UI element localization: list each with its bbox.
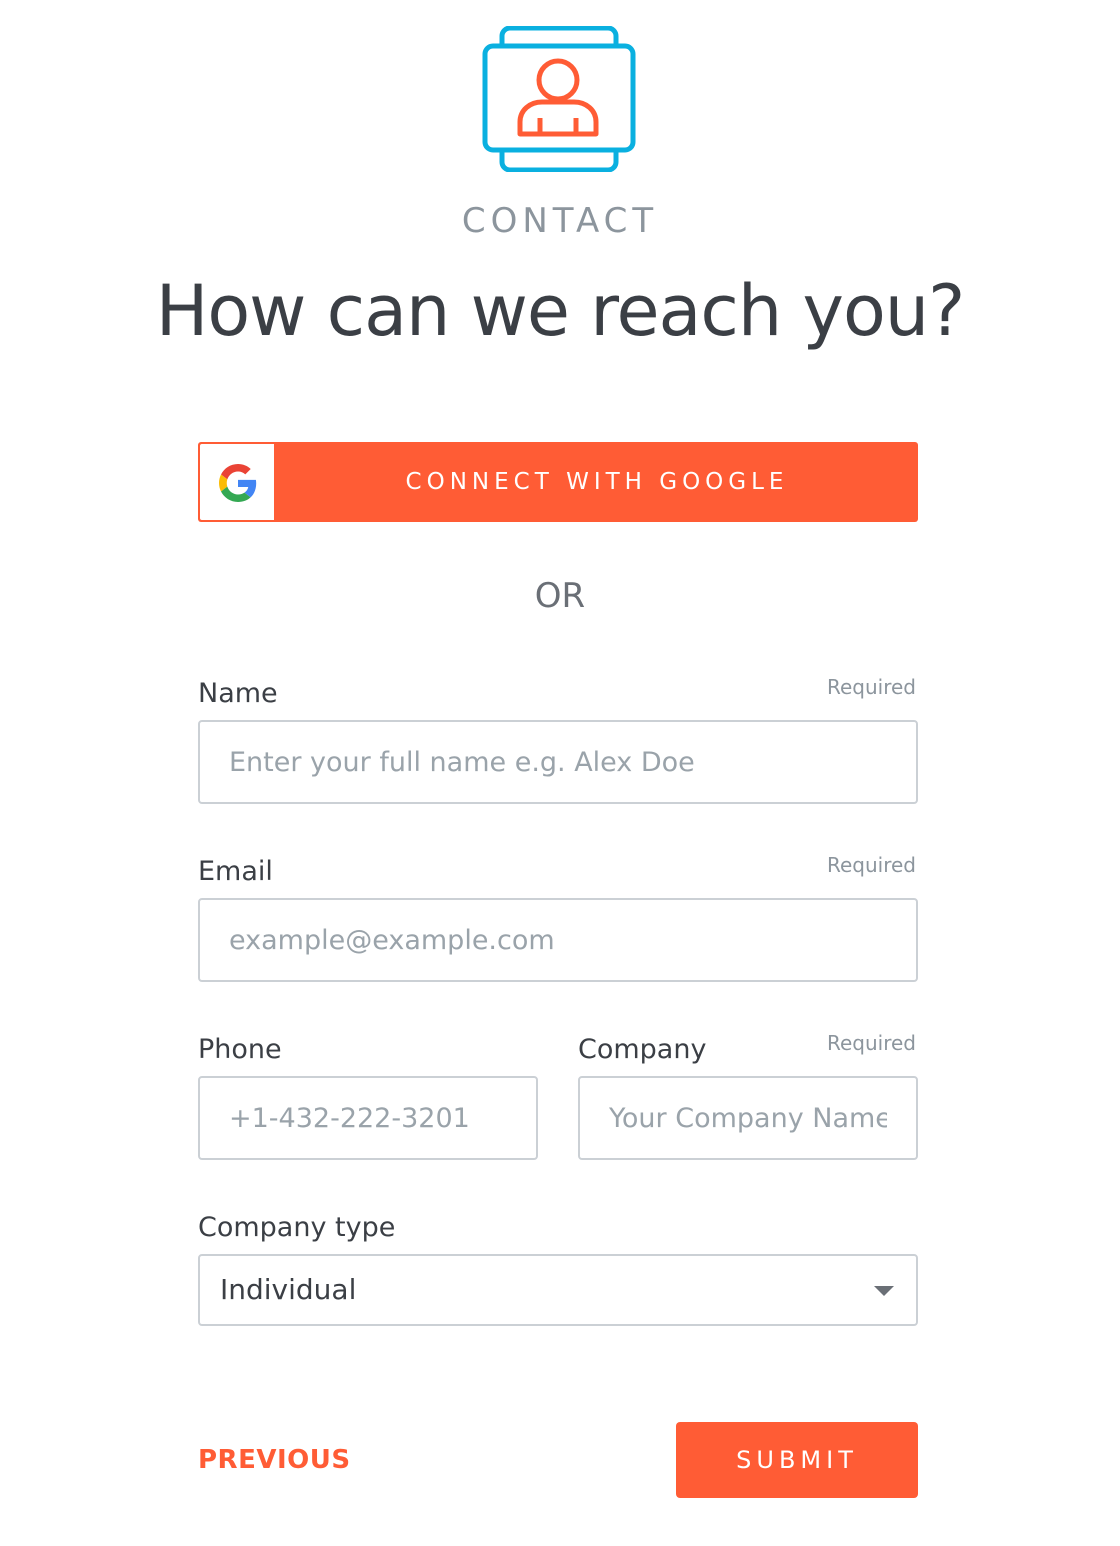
name-required-hint: Required — [826, 675, 916, 699]
email-required-hint: Required — [826, 853, 916, 877]
email-label: Email — [198, 856, 273, 887]
submit-button[interactable]: SUBMIT — [676, 1422, 918, 1498]
phone-label: Phone — [198, 1034, 282, 1065]
connect-google-label: CONNECT WITH GOOGLE — [405, 469, 789, 495]
company-type-selected-value: Individual — [220, 1273, 357, 1306]
chevron-down-icon — [874, 1286, 894, 1296]
company-type-label: Company type — [198, 1212, 396, 1243]
email-input[interactable] — [198, 898, 918, 982]
section-eyebrow: CONTACT — [461, 201, 659, 241]
page-title: How can we reach you? — [155, 270, 966, 352]
company-input[interactable] — [578, 1076, 918, 1160]
connect-google-button[interactable]: CONNECT WITH GOOGLE — [198, 442, 918, 522]
company-type-select[interactable]: Individual — [198, 1254, 918, 1326]
phone-input[interactable] — [198, 1076, 538, 1160]
company-required-hint: Required — [826, 1031, 916, 1055]
google-g-icon — [219, 464, 257, 502]
previous-link[interactable]: PREVIOUS — [198, 1440, 351, 1480]
company-label: Company — [578, 1034, 707, 1065]
or-divider: OR — [534, 576, 586, 616]
google-logo-container — [200, 444, 274, 520]
contact-card-icon — [482, 25, 636, 173]
name-input[interactable] — [198, 720, 918, 804]
name-label: Name — [198, 678, 278, 709]
